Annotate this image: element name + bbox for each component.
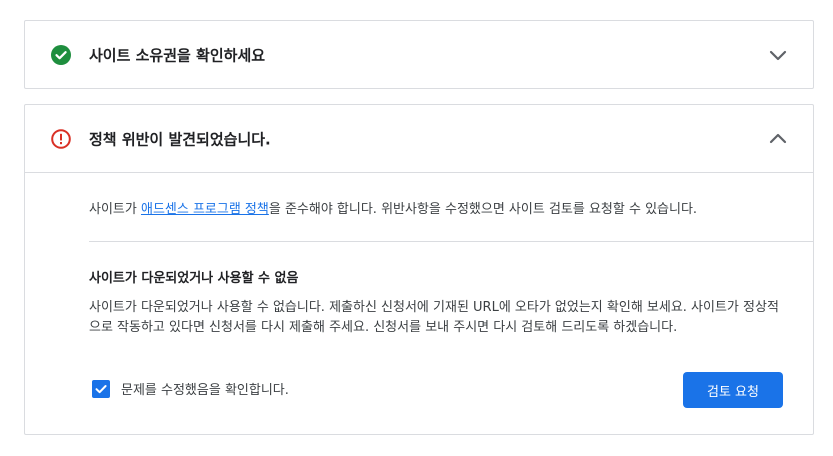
chevron-down-icon[interactable] — [767, 44, 789, 66]
adsense-policy-link[interactable]: 애드센스 프로그램 정책 — [141, 202, 269, 217]
policy-violation-body: 사이트가 애드센스 프로그램 정책을 준수해야 합니다. 위반사항을 수정했으면… — [25, 173, 813, 435]
policy-violation-card: 정책 위반이 발견되었습니다. 사이트가 애드센스 프로그램 정책을 준수해야 … — [24, 104, 814, 435]
chevron-up-icon[interactable] — [767, 128, 789, 150]
intro-prefix: 사이트가 — [89, 202, 141, 217]
site-ownership-card: 사이트 소유권을 확인하세요 — [24, 20, 814, 89]
error-circle-icon — [51, 128, 71, 149]
divider — [89, 241, 813, 242]
policy-violation-header[interactable]: 정책 위반이 발견되었습니다. — [25, 105, 813, 173]
issue-title: 사이트가 다운되었거나 사용할 수 없음 — [89, 271, 299, 286]
confirm-fixed-checkbox[interactable] — [92, 379, 110, 398]
confirm-fixed-label: 문제를 수정했음을 확인합니다. — [121, 383, 289, 398]
check-circle-icon — [51, 44, 71, 65]
checkmark-icon — [95, 384, 107, 393]
policy-violation-title: 정책 위반이 발견되었습니다. — [89, 130, 271, 148]
policy-intro-text: 사이트가 애드센스 프로그램 정책을 준수해야 합니다. 위반사항을 수정했으면… — [89, 198, 697, 217]
request-review-button[interactable]: 검토 요청 — [683, 372, 783, 408]
site-ownership-header[interactable]: 사이트 소유권을 확인하세요 — [25, 21, 813, 88]
site-ownership-title: 사이트 소유권을 확인하세요 — [89, 46, 266, 64]
issue-description: 사이트가 다운되었거나 사용할 수 없습니다. 제출하신 신청서에 기재된 UR… — [89, 300, 779, 335]
intro-suffix: 을 준수해야 합니다. 위반사항을 수정했으면 사이트 검토를 요청할 수 있습… — [268, 202, 698, 217]
confirm-fixed-checkbox-row[interactable]: 문제를 수정했음을 확인합니다. — [92, 379, 289, 398]
